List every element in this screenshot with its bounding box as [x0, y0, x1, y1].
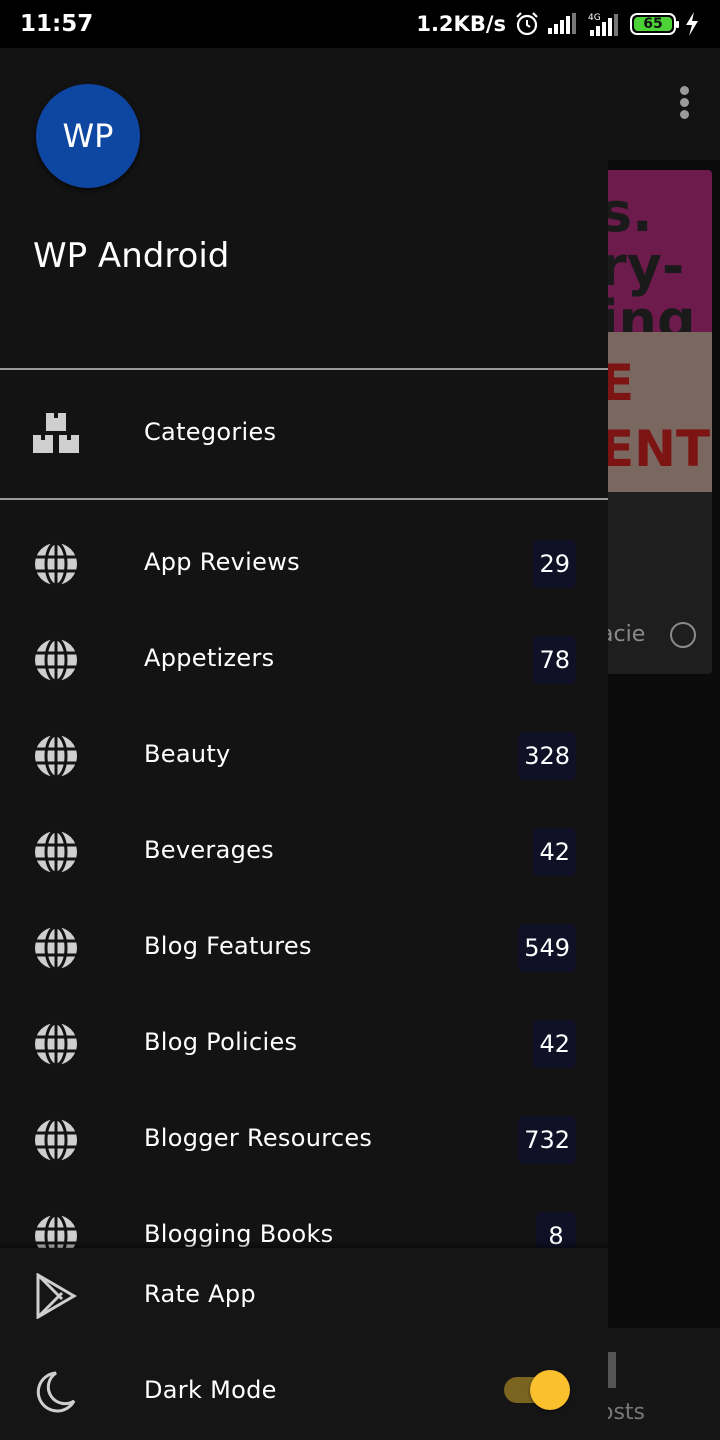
globe-icon — [33, 925, 79, 971]
avatar: WP — [36, 84, 140, 188]
toggle-thumb — [530, 1370, 570, 1410]
app-name: WP Android — [33, 236, 230, 276]
category-count-badge: 78 — [533, 636, 576, 684]
play-store-icon — [33, 1273, 79, 1319]
globe-icon — [33, 1021, 79, 1067]
globe-icon — [33, 541, 79, 587]
category-label: Beverages — [144, 836, 274, 864]
categories-icon — [33, 411, 79, 457]
network-speed: 1.2KB/s — [416, 12, 506, 36]
category-label: Beauty — [144, 740, 231, 768]
charging-icon — [686, 12, 698, 36]
category-item[interactable]: App Reviews 29 — [0, 500, 608, 596]
categories-label: Categories — [144, 418, 277, 446]
battery-level: 65 — [634, 16, 672, 32]
category-label: App Reviews — [144, 548, 300, 576]
category-count-badge: 732 — [518, 1116, 576, 1164]
category-label: Blog Policies — [144, 1028, 298, 1056]
globe-icon — [33, 1213, 79, 1248]
alarm-icon — [516, 12, 538, 36]
signal-icon — [548, 13, 576, 34]
globe-icon — [33, 733, 79, 779]
battery-icon: 65 — [630, 13, 679, 35]
category-list: App Reviews 29 Appetizers 78 Beauty 328 Bevera… — [0, 500, 608, 1248]
background-post-card[interactable]: s. ry- ing E ENT ENT acie — [600, 170, 712, 674]
dark-mode-label: Dark Mode — [144, 1376, 277, 1404]
screen: 11:57 1.2KB/s 4G 65 s. ry- ing E ENT aci… — [0, 0, 720, 1440]
more-vertical-icon[interactable] — [678, 86, 690, 126]
category-item[interactable]: Beauty 328 — [0, 692, 608, 788]
categories-header[interactable]: Categories — [0, 370, 608, 498]
status-icons: 1.2KB/s 4G 65 — [416, 11, 700, 37]
background-bottom-nav[interactable]: osts — [600, 1328, 720, 1440]
signal-4g-icon: 4G — [588, 13, 618, 36]
category-label: Blog Features — [144, 932, 312, 960]
post-image-bottom: E ENT ENT — [600, 332, 712, 492]
globe-icon — [33, 1117, 79, 1163]
navigation-drawer: WP WP Android Categories App Reviews 29 Ap… — [0, 48, 608, 1440]
moon-icon — [33, 1369, 79, 1415]
category-count-badge: 549 — [518, 924, 576, 972]
category-item[interactable]: Blogger Resources 732 — [0, 1076, 608, 1172]
category-count-badge: 42 — [533, 828, 576, 876]
category-label: Blogging Books — [144, 1220, 334, 1248]
category-item[interactable]: Beverages 42 — [0, 788, 608, 884]
category-count-badge: 42 — [533, 1020, 576, 1068]
category-item[interactable]: Blog Features 549 — [0, 884, 608, 980]
rate-app-label: Rate App — [144, 1280, 256, 1308]
status-time: 11:57 — [20, 11, 94, 37]
category-count-badge: 8 — [536, 1212, 576, 1248]
drawer-footer: Rate App Dark Mode — [0, 1248, 608, 1440]
category-item[interactable]: Blog Policies 42 — [0, 980, 608, 1076]
person-icon — [670, 622, 696, 648]
status-bar: 11:57 1.2KB/s 4G 65 — [0, 0, 720, 48]
post-image-top: s. ry- ing — [600, 170, 712, 332]
dark-mode-toggle[interactable] — [504, 1370, 570, 1410]
svg-text:4G: 4G — [588, 13, 601, 23]
category-item[interactable]: Blogging Books 8 — [0, 1172, 608, 1248]
globe-icon — [33, 829, 79, 875]
globe-icon — [33, 637, 79, 683]
category-count-badge: 29 — [533, 540, 576, 588]
category-label: Blogger Resources — [144, 1124, 373, 1152]
category-item[interactable]: Appetizers 78 — [0, 596, 608, 692]
category-label: Appetizers — [144, 644, 275, 672]
category-count-badge: 328 — [518, 732, 576, 780]
dark-mode-item[interactable]: Dark Mode — [0, 1344, 608, 1440]
rate-app-item[interactable]: Rate App — [0, 1248, 608, 1344]
